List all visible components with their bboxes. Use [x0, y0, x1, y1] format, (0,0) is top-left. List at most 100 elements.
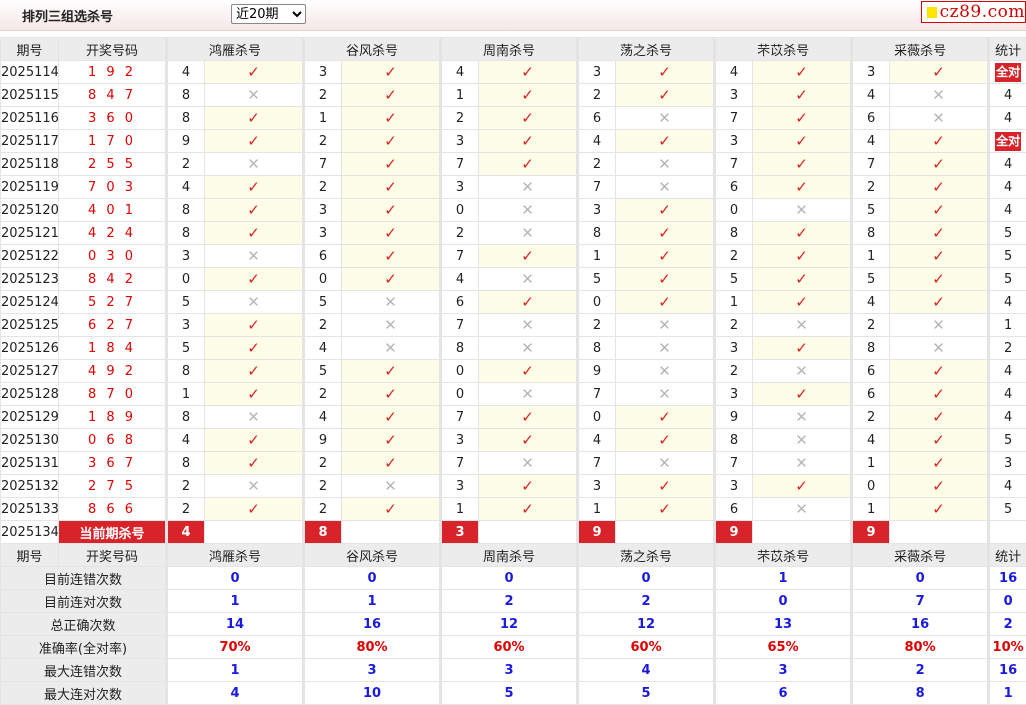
header-stat: 统计	[989, 544, 1026, 567]
cross-icon: ✕	[479, 176, 578, 199]
kill-digit: 9	[304, 429, 342, 452]
draw-number: 2 7 5	[59, 475, 167, 498]
check-icon: ✓	[479, 475, 578, 498]
kill-digit: 3	[304, 222, 342, 245]
issue-number: 2025124	[1, 291, 59, 314]
kill-digit: 7	[715, 107, 753, 130]
site-logo[interactable]: cz89.com	[921, 1, 1026, 23]
summary-value: 0	[852, 567, 989, 590]
kill-digit: 2	[852, 314, 890, 337]
blank-cell	[753, 521, 852, 544]
check-icon: ✓	[342, 84, 441, 107]
kill-digit: 4	[578, 130, 616, 153]
check-icon: ✓	[753, 383, 852, 406]
summary-value: 0	[441, 567, 578, 590]
kill-digit: 7	[441, 406, 479, 429]
stat-cell: 全对	[989, 130, 1026, 153]
kill-digit: 3	[441, 429, 479, 452]
cross-icon: ✕	[753, 452, 852, 475]
kill-digit: 7	[441, 452, 479, 475]
cross-icon: ✕	[753, 429, 852, 452]
summary-value: 1	[304, 590, 441, 613]
table-row: 20251322 7 52✕2✕3✓3✓3✓0✓4	[1, 475, 1026, 498]
kill-digit: 2	[304, 452, 342, 475]
kill-digit: 7	[715, 153, 753, 176]
check-icon: ✓	[342, 176, 441, 199]
check-icon: ✓	[342, 429, 441, 452]
header-draw: 开奖号码	[59, 544, 167, 567]
kill-digit: 9	[715, 406, 753, 429]
check-icon: ✓	[479, 360, 578, 383]
summary-value: 5	[441, 682, 578, 705]
kill-digit: 2	[304, 314, 342, 337]
draw-number: 4 2 4	[59, 222, 167, 245]
kill-digit: 0	[578, 291, 616, 314]
kill-digit: 8	[441, 337, 479, 360]
table-row: 20251338 6 62✓2✓1✓1✓6✕1✓5	[1, 498, 1026, 521]
kill-digit: 4	[304, 406, 342, 429]
kill-digit: 1	[715, 291, 753, 314]
check-icon: ✓	[616, 429, 715, 452]
table-header-row: 期号开奖号码鸿雁杀号谷风杀号周南杀号荡之杀号芣苡杀号采薇杀号统计	[1, 38, 1026, 61]
stat-cell: 全对	[989, 61, 1026, 84]
kill-digit: 5	[852, 268, 890, 291]
summary-value: 3	[715, 659, 852, 682]
check-icon: ✓	[753, 245, 852, 268]
period-select[interactable]: 近20期	[231, 4, 306, 24]
summary-value: 16	[304, 613, 441, 636]
kill-digit: 3	[578, 199, 616, 222]
summary-value: 1	[167, 590, 304, 613]
kill-digit: 7	[441, 153, 479, 176]
kill-digit: 6	[304, 245, 342, 268]
header-expert: 荡之杀号	[578, 544, 715, 567]
check-icon: ✓	[890, 153, 989, 176]
summary-stat: 1	[989, 682, 1026, 705]
draw-number: 8 6 6	[59, 498, 167, 521]
kill-digit: 2	[167, 153, 205, 176]
kill-digit: 0	[852, 475, 890, 498]
summary-value: 7	[852, 590, 989, 613]
summary-row: 准确率(全对率)70%80%60%60%65%80%10%	[1, 636, 1026, 659]
stat-count: 4	[989, 383, 1026, 406]
check-icon: ✓	[205, 176, 304, 199]
kill-digit: 8	[578, 337, 616, 360]
check-icon: ✓	[753, 222, 852, 245]
stat-count: 4	[989, 107, 1026, 130]
kill-digit: 6	[715, 176, 753, 199]
header-issue: 期号	[1, 38, 59, 61]
current-kill-digit: 4	[167, 521, 205, 544]
draw-number: 0 6 8	[59, 429, 167, 452]
cross-icon: ✕	[479, 452, 578, 475]
check-icon: ✓	[479, 84, 578, 107]
header-stat: 统计	[989, 38, 1026, 61]
table-row: 20251158 4 78✕2✓1✓2✓3✓4✕4	[1, 84, 1026, 107]
kill-digit: 7	[578, 383, 616, 406]
check-icon: ✓	[342, 268, 441, 291]
blank-cell	[616, 521, 715, 544]
kill-digit: 5	[304, 291, 342, 314]
table-row: 20251204 0 18✓3✓0✕3✓0✕5✓4	[1, 199, 1026, 222]
check-icon: ✓	[753, 153, 852, 176]
check-icon: ✓	[616, 406, 715, 429]
table-row: 20251291 8 98✕4✓7✓0✓9✕2✓4	[1, 406, 1026, 429]
kill-digit: 2	[304, 176, 342, 199]
kill-digit: 0	[441, 360, 479, 383]
kill-digit: 7	[441, 245, 479, 268]
stat-count: 4	[989, 406, 1026, 429]
summary-value: 2	[852, 659, 989, 682]
draw-number: 1 9 2	[59, 61, 167, 84]
summary-stat: 10%	[989, 636, 1026, 659]
check-icon: ✓	[342, 498, 441, 521]
kill-digit: 4	[578, 429, 616, 452]
check-icon: ✓	[890, 429, 989, 452]
summary-label: 最大连错次数	[1, 659, 167, 682]
kill-digit: 8	[167, 84, 205, 107]
summary-value: 2	[578, 590, 715, 613]
stat-count: 5	[989, 222, 1026, 245]
check-icon: ✓	[479, 406, 578, 429]
table-row: 20251313 6 78✓2✓7✕7✕7✕1✓3	[1, 452, 1026, 475]
check-icon: ✓	[616, 130, 715, 153]
check-icon: ✓	[890, 383, 989, 406]
cross-icon: ✕	[753, 406, 852, 429]
issue-number: 2025121	[1, 222, 59, 245]
